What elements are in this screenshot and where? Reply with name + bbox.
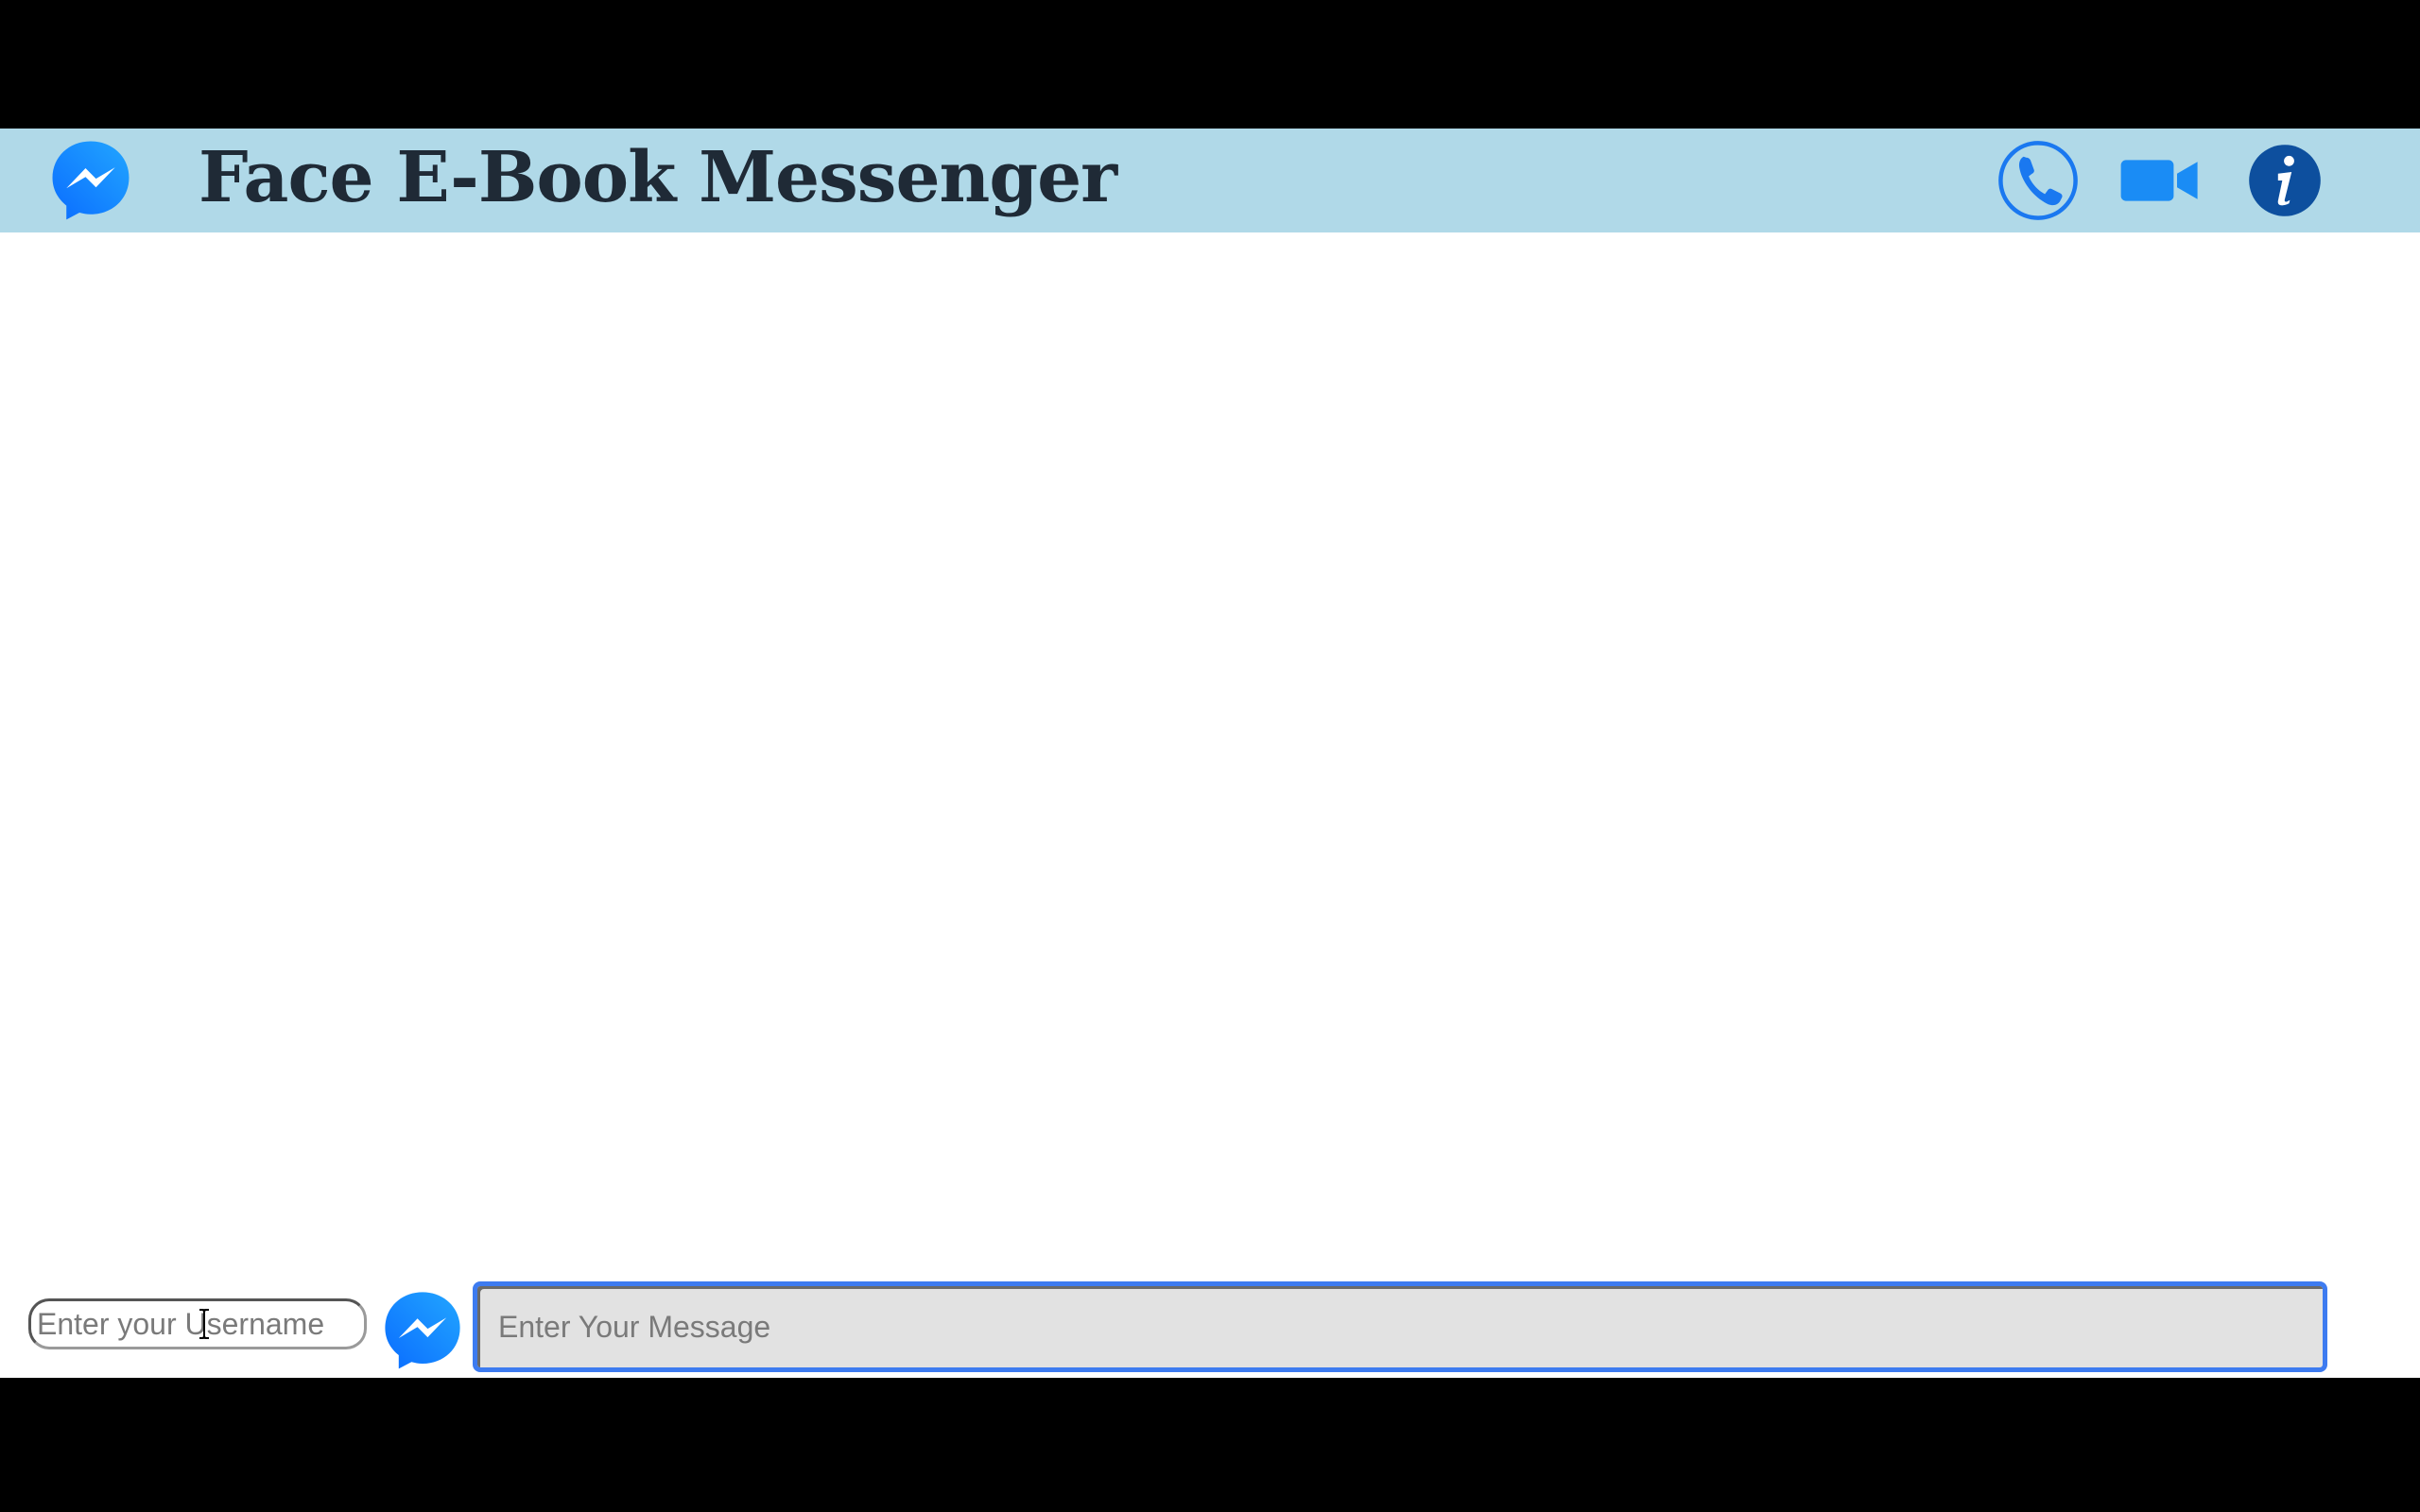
info-button[interactable] (2242, 138, 2327, 223)
page-title: Face E-Book Messenger (199, 137, 1117, 218)
messenger-logo-icon (52, 141, 130, 220)
username-input[interactable] (28, 1298, 367, 1349)
message-input[interactable] (473, 1281, 2327, 1372)
chat-messages-area (0, 232, 2420, 1366)
video-call-button[interactable] (2118, 138, 2203, 223)
video-camera-icon (2120, 160, 2198, 201)
header-bar: Face E-Book Messenger (0, 129, 2420, 232)
compose-bar (0, 1281, 2420, 1378)
phone-icon (2018, 156, 2063, 206)
messenger-app: Face E-Book Messenger (0, 129, 2420, 1378)
messenger-send-icon (385, 1292, 460, 1369)
phone-call-button[interactable] (1996, 138, 2081, 223)
send-button[interactable] (380, 1287, 465, 1372)
